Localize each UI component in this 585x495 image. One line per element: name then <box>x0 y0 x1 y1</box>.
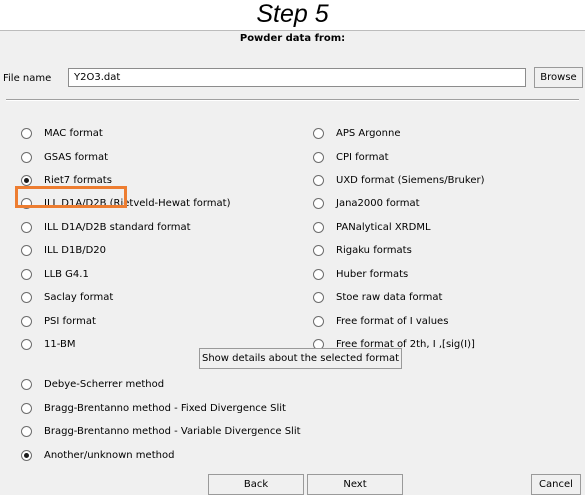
format-option-right-4[interactable]: Jana2000 format <box>313 195 420 211</box>
radio-label[interactable]: GSAS format <box>44 152 108 163</box>
step-caption: Step 5 <box>256 0 329 28</box>
show-details-button[interactable]: Show details about the selected format <box>199 348 402 369</box>
radio-button-circle[interactable] <box>21 291 32 303</box>
radio-label[interactable]: LLB G4.1 <box>44 269 89 280</box>
format-option-right-3[interactable]: UXD format (Siemens/Bruker) <box>313 172 485 188</box>
file-name-input[interactable] <box>68 68 526 87</box>
back-button[interactable]: Back <box>208 474 304 495</box>
format-option-left-9[interactable]: PSI format <box>21 313 96 329</box>
format-option-left-5[interactable]: ILL D1A/D2B standard format <box>21 219 191 235</box>
format-option-left-2[interactable]: GSAS format <box>21 149 108 165</box>
format-option-left-7[interactable]: LLB G4.1 <box>21 266 89 282</box>
radio-button-circle[interactable] <box>313 174 324 186</box>
radio-button-circle[interactable] <box>21 378 32 390</box>
radio-label[interactable]: MAC format <box>44 128 103 139</box>
radio-label[interactable]: Stoe raw data format <box>336 292 442 303</box>
radio-label[interactable]: Riet7 formats <box>44 175 112 186</box>
radio-label[interactable]: Free format of I values <box>336 316 448 327</box>
radio-button-circle[interactable] <box>21 244 32 256</box>
radio-label[interactable]: 11-BM <box>44 339 75 350</box>
radio-label[interactable]: ILL D1B/D20 <box>44 245 106 256</box>
method-option-2[interactable]: Bragg-Brentanno method - Fixed Divergenc… <box>21 400 286 416</box>
radio-button-circle[interactable] <box>21 268 32 280</box>
radio-label[interactable]: Huber formats <box>336 269 408 280</box>
radio-label[interactable]: ILL D1A/D2B standard format <box>44 222 191 233</box>
dialog-title: Powder data from: <box>239 33 346 44</box>
method-option-1[interactable]: Debye-Scherrer method <box>21 376 164 392</box>
method-option-4[interactable]: Another/unknown method <box>21 447 174 463</box>
format-option-right-9[interactable]: Free format of I values <box>313 313 448 329</box>
radio-label[interactable]: Bragg-Brentanno method - Fixed Divergenc… <box>44 403 286 414</box>
radio-label[interactable]: Saclay format <box>44 292 113 303</box>
radio-button-circle[interactable] <box>21 221 32 233</box>
browse-button[interactable]: Browse <box>534 67 583 88</box>
radio-button-circle[interactable] <box>21 402 32 414</box>
format-option-right-1[interactable]: APS Argonne <box>313 125 400 141</box>
radio-label[interactable]: APS Argonne <box>336 128 400 139</box>
radio-button-circle[interactable] <box>313 291 324 303</box>
radio-label[interactable]: Bragg-Brentanno method - Variable Diverg… <box>44 426 301 437</box>
radio-label[interactable]: UXD format (Siemens/Bruker) <box>336 175 485 186</box>
radio-label[interactable]: Another/unknown method <box>44 450 174 461</box>
radio-button-circle[interactable] <box>313 127 324 139</box>
radio-button-circle[interactable] <box>313 221 324 233</box>
radio-button-circle[interactable] <box>21 315 32 327</box>
format-option-right-8[interactable]: Stoe raw data format <box>313 289 442 305</box>
selection-highlight-box <box>15 186 127 208</box>
radio-button-circle[interactable] <box>21 151 32 163</box>
radio-button-circle[interactable] <box>21 174 32 186</box>
format-option-right-5[interactable]: PANalytical XRDML <box>313 219 431 235</box>
radio-button-circle[interactable] <box>313 197 324 209</box>
radio-button-circle[interactable] <box>21 338 32 350</box>
radio-label[interactable]: Jana2000 format <box>336 198 420 209</box>
radio-button-circle[interactable] <box>313 315 324 327</box>
radio-label[interactable]: Rigaku formats <box>336 245 412 256</box>
file-name-label: File name <box>3 73 52 84</box>
method-option-3[interactable]: Bragg-Brentanno method - Variable Diverg… <box>21 423 301 439</box>
format-option-right-2[interactable]: CPI format <box>313 149 389 165</box>
radio-label[interactable]: PANalytical XRDML <box>336 222 431 233</box>
radio-button-circle[interactable] <box>21 425 32 437</box>
format-option-left-8[interactable]: Saclay format <box>21 289 113 305</box>
radio-button-circle[interactable] <box>21 449 32 461</box>
powder-data-dialog: Powder data from: File name Browse MAC f… <box>0 30 585 495</box>
separator-top <box>6 99 579 101</box>
radio-label[interactable]: PSI format <box>44 316 96 327</box>
next-button[interactable]: Next <box>307 474 403 495</box>
radio-button-circle[interactable] <box>313 268 324 280</box>
radio-button-circle[interactable] <box>313 244 324 256</box>
format-option-left-1[interactable]: MAC format <box>21 125 103 141</box>
radio-label[interactable]: Debye-Scherrer method <box>44 379 164 390</box>
format-option-left-6[interactable]: ILL D1B/D20 <box>21 242 106 258</box>
format-option-right-6[interactable]: Rigaku formats <box>313 242 412 258</box>
format-option-right-7[interactable]: Huber formats <box>313 266 408 282</box>
radio-button-circle[interactable] <box>21 127 32 139</box>
radio-label[interactable]: CPI format <box>336 152 389 163</box>
cancel-button[interactable]: Cancel <box>531 474 581 495</box>
format-option-left-10[interactable]: 11-BM <box>21 336 75 352</box>
radio-button-circle[interactable] <box>313 151 324 163</box>
